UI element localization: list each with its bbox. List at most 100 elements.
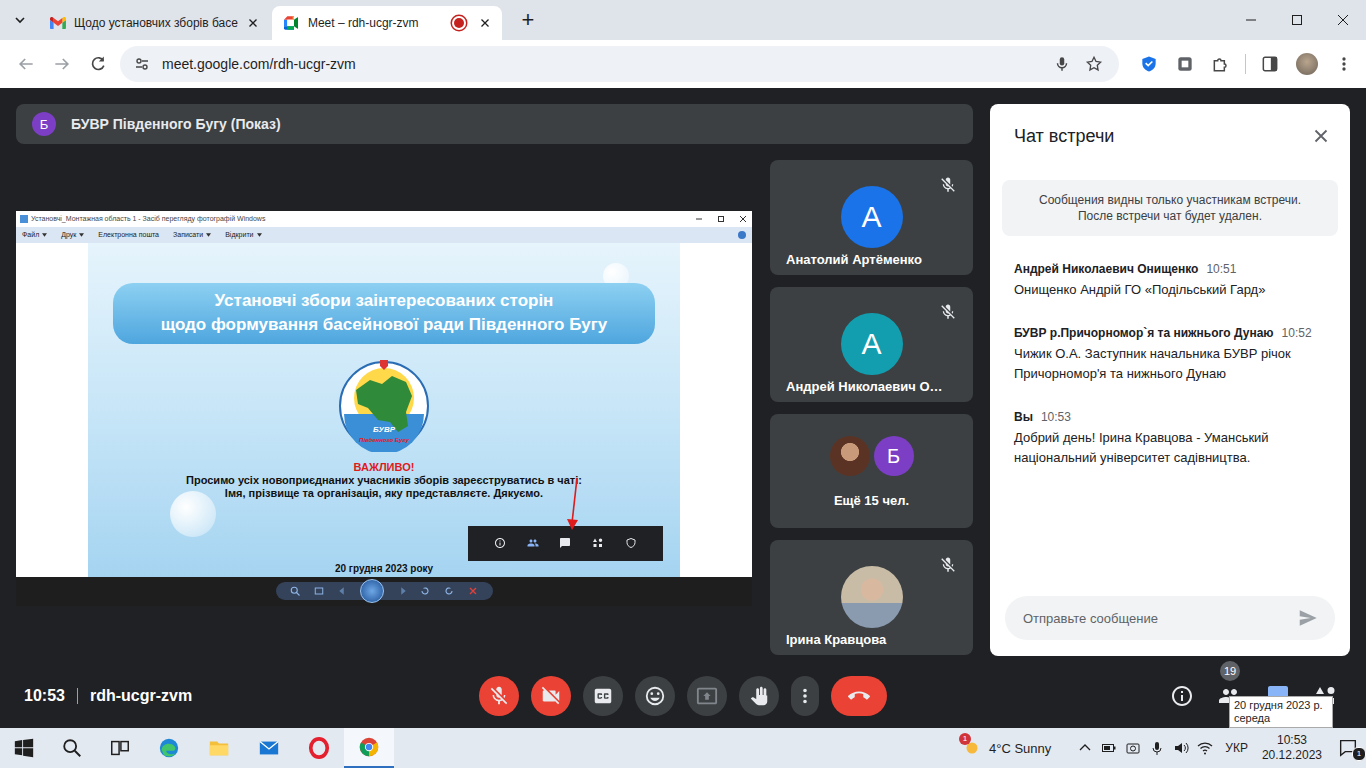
viewer-controls xyxy=(16,577,752,606)
more-button[interactable] xyxy=(791,676,819,716)
minimize-icon[interactable] xyxy=(694,214,704,224)
close-icon xyxy=(1335,12,1351,28)
close-icon[interactable] xyxy=(1310,125,1332,147)
viewer-image-area: Установчі збори заінтересованих сторінщо… xyxy=(16,243,752,577)
slideshow-button[interactable] xyxy=(360,579,384,603)
camera-icon[interactable] xyxy=(1125,740,1141,756)
new-tab-button[interactable]: + xyxy=(514,6,542,34)
windows-logo-icon xyxy=(13,737,35,759)
rotate-right-icon[interactable] xyxy=(443,585,455,597)
separator xyxy=(77,688,78,704)
forward-icon[interactable] xyxy=(46,48,78,80)
volume-icon[interactable] xyxy=(1173,740,1189,756)
send-icon[interactable] xyxy=(1297,607,1319,629)
chat-message: Вы10:53Добрий день! Ірина Кравцова - Ума… xyxy=(1014,410,1326,468)
viewer-menu-item[interactable]: Записати xyxy=(173,231,211,238)
bookmark-star-icon[interactable] xyxy=(1085,55,1103,73)
emoji-button[interactable] xyxy=(635,676,675,716)
chevron-down-icon[interactable] xyxy=(12,12,28,28)
viewer-menu-item[interactable]: Відкрити xyxy=(225,231,261,238)
minimize-button[interactable] xyxy=(1228,0,1274,40)
chat-messages: Андрей Николаевич Онищенко10:51Онищенко … xyxy=(1002,236,1338,596)
maximize-icon[interactable] xyxy=(716,214,726,224)
info-icon xyxy=(494,537,506,549)
close-icon[interactable] xyxy=(478,16,492,30)
start-button[interactable] xyxy=(0,728,48,768)
chrome-taskbar-button[interactable] xyxy=(344,728,394,768)
task-view-icon xyxy=(109,737,131,759)
present-button[interactable] xyxy=(687,676,727,716)
rotate-left-icon[interactable] xyxy=(419,585,431,597)
date-tooltip: 20 грудня 2023 р.середа xyxy=(1229,696,1333,728)
wifi-icon[interactable] xyxy=(1197,740,1213,756)
notification-center-button[interactable]: 1 xyxy=(1334,737,1362,759)
maximize-button[interactable] xyxy=(1274,0,1320,40)
mail-taskbar-button[interactable] xyxy=(244,728,294,768)
close-icon[interactable] xyxy=(246,16,260,30)
camera-button[interactable] xyxy=(531,676,571,716)
presenter-avatar: Б xyxy=(32,112,56,136)
participant-tile[interactable]: ААнатолий Артёменко xyxy=(770,160,973,275)
mic-button[interactable] xyxy=(479,676,519,716)
camera-icon xyxy=(540,685,562,707)
side-panel-icon[interactable] xyxy=(1254,48,1286,80)
participant-tile[interactable]: Ірина Кравцова xyxy=(770,540,973,655)
browser-tab[interactable]: Щодо установчих зборів басе xyxy=(38,6,270,40)
reload-icon[interactable] xyxy=(82,48,114,80)
previous-icon[interactable] xyxy=(337,585,349,597)
chat-input[interactable] xyxy=(1005,596,1335,640)
chat-message: Андрей Николаевич Онищенко10:51Онищенко … xyxy=(1014,262,1326,300)
address-bar[interactable]: meet.google.com/rdh-ucgr-zvm xyxy=(120,46,1119,82)
browser-tab[interactable]: Meet – rdh-ucgr-zvm xyxy=(272,6,502,40)
delete-icon[interactable] xyxy=(467,585,479,597)
end-button[interactable] xyxy=(831,676,887,716)
tab-search-button[interactable] xyxy=(6,6,34,34)
hand-button[interactable] xyxy=(739,676,779,716)
menu-dots-icon[interactable] xyxy=(1328,48,1360,80)
task-view-button[interactable] xyxy=(96,728,144,768)
viewer-menu-item[interactable]: Файл xyxy=(22,231,47,238)
presentation-header: ББУВР Південного Бугу (Показ) xyxy=(16,104,973,144)
chat-icon xyxy=(559,537,571,549)
shield-extension-icon[interactable] xyxy=(1133,48,1165,80)
next-icon[interactable] xyxy=(396,585,408,597)
slide: Установчі збори заінтересованих сторінщо… xyxy=(88,243,680,577)
captions-button[interactable] xyxy=(583,676,623,716)
edge-taskbar-button[interactable] xyxy=(144,728,194,768)
weather-widget[interactable]: 14°C Sunny xyxy=(961,737,1051,759)
participant-tile[interactable]: ААндрей Николаевич О… xyxy=(770,287,973,402)
zoom-icon[interactable] xyxy=(289,585,301,597)
activities-icon xyxy=(592,537,604,549)
puzzle-icon[interactable] xyxy=(1205,48,1237,80)
viewer-menu-item[interactable]: Друк xyxy=(61,231,84,238)
folder-icon xyxy=(208,737,230,759)
participant-avatar: А xyxy=(841,313,903,375)
microphone-icon[interactable] xyxy=(1149,740,1165,756)
close-icon[interactable] xyxy=(738,214,748,224)
opera-icon xyxy=(308,737,330,759)
opera-taskbar-button[interactable] xyxy=(294,728,344,768)
emoji-icon xyxy=(644,685,666,707)
search-button[interactable] xyxy=(48,728,96,768)
viewer-menu-item[interactable]: Електронна пошта xyxy=(98,231,159,238)
help-icon[interactable] xyxy=(738,231,746,239)
site-settings-icon[interactable] xyxy=(134,56,150,72)
actual-size-icon[interactable] xyxy=(313,585,325,597)
explorer-taskbar-button[interactable] xyxy=(194,728,244,768)
close-window-button[interactable] xyxy=(1320,0,1366,40)
microphone-icon[interactable] xyxy=(1053,55,1071,73)
info-button[interactable] xyxy=(1158,672,1206,720)
participant-tile[interactable]: БЕщё 15 чел. xyxy=(770,414,973,528)
participant-count-badge: 19 xyxy=(1220,661,1240,681)
battery-icon[interactable] xyxy=(1101,740,1117,756)
search-icon xyxy=(61,737,83,759)
language-indicator[interactable]: УКР xyxy=(1225,741,1248,755)
profile-avatar[interactable] xyxy=(1296,53,1318,75)
chat-message-field[interactable] xyxy=(1021,610,1297,627)
chevron-up-icon[interactable] xyxy=(1077,740,1093,756)
back-icon[interactable] xyxy=(10,48,42,80)
participant-avatar: А xyxy=(841,186,903,248)
extension-icon[interactable] xyxy=(1169,48,1201,80)
clock[interactable]: 10:5320.12.2023 xyxy=(1262,733,1322,763)
water-drop xyxy=(170,491,216,537)
